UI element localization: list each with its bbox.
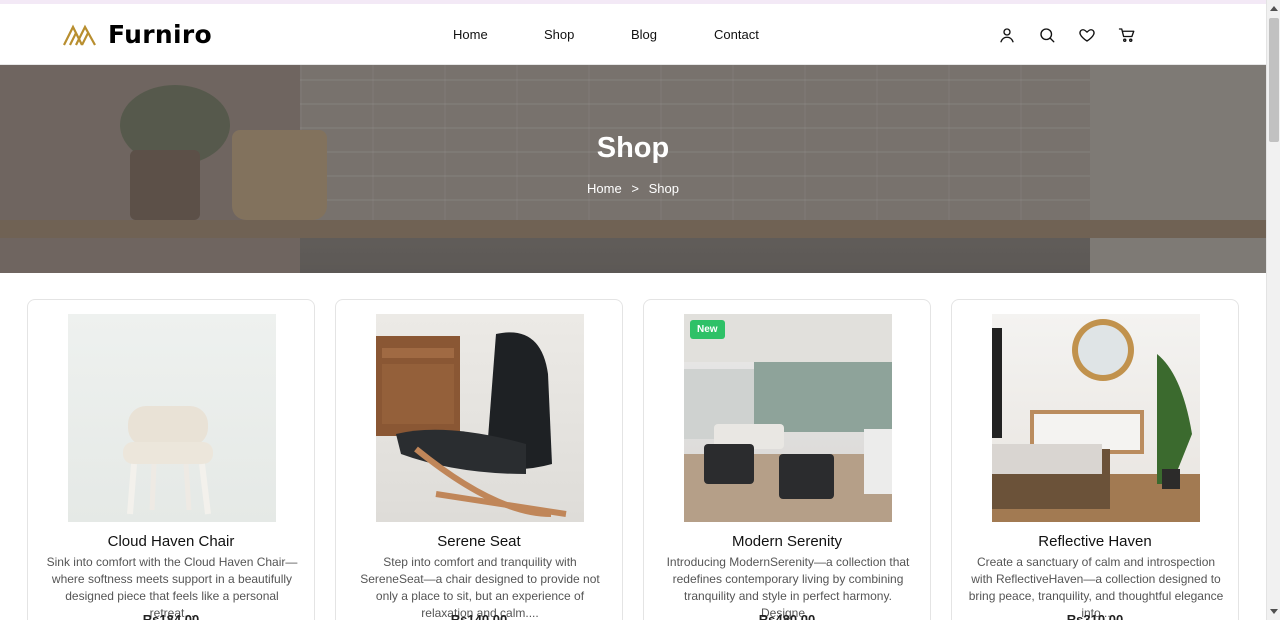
scroll-up-arrow-icon[interactable] [1270, 6, 1278, 11]
nav-shop-link[interactable]: Shop [544, 27, 574, 42]
product-description: Create a sanctuary of calm and introspec… [968, 555, 1224, 620]
nav-home-link[interactable]: Home [453, 27, 488, 42]
cart-icon[interactable] [1116, 24, 1138, 46]
product-title[interactable]: Reflective Haven [952, 533, 1238, 550]
product-image[interactable] [68, 314, 276, 522]
product-description: Introducing ModernSerenity—a collection … [666, 555, 910, 620]
product-image[interactable] [376, 314, 584, 522]
new-badge: New [690, 320, 725, 339]
product-title[interactable]: Cloud Haven Chair [28, 533, 314, 550]
product-description: Step into comfort and tranquility with S… [360, 555, 600, 620]
search-icon[interactable] [1036, 24, 1058, 46]
shop-hero-banner: Shop Home > Shop [0, 65, 1266, 273]
page-title: Shop [596, 132, 670, 164]
product-price: Rs480.00 [758, 612, 816, 620]
product-image[interactable] [992, 314, 1200, 522]
product-price: Rs310.00 [1066, 612, 1124, 620]
product-price: Rs140.00 [450, 612, 508, 620]
product-title[interactable]: Serene Seat [336, 533, 622, 550]
breadcrumb-separator: > [631, 181, 639, 196]
breadcrumb-home[interactable]: Home [587, 181, 622, 196]
page-scrollbar[interactable] [1266, 0, 1280, 620]
breadcrumb: Home > Shop [0, 181, 1266, 196]
user-icon[interactable] [996, 24, 1018, 46]
hero-overlay [0, 65, 1266, 273]
product-image[interactable]: New [684, 314, 892, 522]
product-price: Rs184.00 [142, 612, 200, 620]
breadcrumb-current: Shop [648, 181, 679, 196]
product-title[interactable]: Modern Serenity [644, 533, 930, 550]
site-header: Furniro Home Shop Blog Contact [0, 4, 1266, 65]
nav-blog-link[interactable]: Blog [631, 27, 657, 42]
product-card[interactable]: Cloud Haven Chair Sink into comfort with… [27, 299, 315, 620]
scroll-thumb[interactable] [1269, 18, 1279, 142]
product-card[interactable]: Reflective Haven Create a sanctuary of c… [951, 299, 1239, 620]
header-actions [996, 24, 1138, 46]
product-card[interactable]: New Modern Serenity Introducing ModernSe… [643, 299, 931, 620]
product-card[interactable]: Serene Seat Step into comfort and tranqu… [335, 299, 623, 620]
scroll-down-arrow-icon[interactable] [1270, 609, 1278, 614]
heart-icon[interactable] [1076, 24, 1098, 46]
product-description: Sink into comfort with the Cloud Haven C… [46, 555, 298, 620]
nav-contact-link[interactable]: Contact [714, 27, 759, 42]
